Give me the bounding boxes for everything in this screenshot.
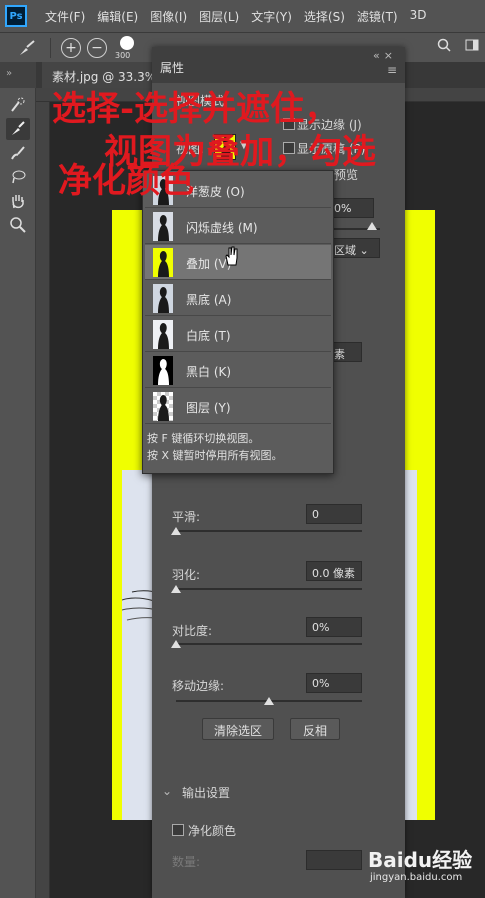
menu-items: 文件(F) 编辑(E) 图像(I) 图层(L) 文字(Y) 选择(S) 滤镜(T… <box>39 8 432 25</box>
amount-field[interactable] <box>306 850 362 870</box>
view-option-black-white[interactable]: 黑白 (K) <box>145 353 331 388</box>
watermark-logo: Baidu经验 <box>368 848 473 872</box>
tools-panel <box>0 88 36 898</box>
shift-edge-slider-thumb[interactable] <box>264 697 274 705</box>
brush-preview-dot <box>120 35 134 50</box>
subtract-from-selection-icon[interactable]: − <box>87 37 107 58</box>
menu-filter[interactable]: 滤镜(T) <box>351 8 404 25</box>
quick-selection-tool-icon[interactable] <box>6 94 30 116</box>
on-layers-thumbnail <box>153 392 173 421</box>
panel-header: «× 属性 ≡ <box>152 47 405 83</box>
toolbar-collapse-icon[interactable]: » <box>0 62 36 88</box>
options-divider <box>50 37 51 58</box>
invert-button[interactable]: 反相 <box>290 718 340 740</box>
search-icon[interactable] <box>437 38 451 52</box>
menu-file[interactable]: 文件(F) <box>39 8 91 25</box>
menu-layer[interactable]: 图层(L) <box>193 8 245 25</box>
marching-ants-thumbnail <box>153 212 173 241</box>
watermark-url: jingyan.baidu.com <box>370 872 463 883</box>
annotation-line-1: 选择-选择并遮住， <box>52 89 339 129</box>
brush-size-value: 300 <box>115 50 131 60</box>
view-option-marching-ants[interactable]: 闪烁虚线 (M) <box>145 209 331 244</box>
baidu-watermark: Baidu经验 jingyan.baidu.com <box>368 844 480 894</box>
brush-size-picker[interactable]: 300 <box>113 33 141 63</box>
menu-bar: Ps 文件(F) 编辑(E) 图像(I) 图层(L) 文字(Y) 选择(S) 滤… <box>0 0 485 32</box>
view-option-on-white[interactable]: 白底 (T) <box>145 317 331 352</box>
menu-3d[interactable]: 3D <box>404 8 433 25</box>
hand-cursor-icon <box>225 246 238 266</box>
decontaminate-checkbox[interactable] <box>172 824 184 836</box>
feather-label: 羽化: <box>172 568 201 582</box>
panel-title: 属性 <box>160 61 185 75</box>
region-select-value: 区域 <box>334 244 356 257</box>
contrast-slider-track <box>176 643 362 645</box>
smooth-field[interactable]: 0 <box>306 504 362 524</box>
annotation-line-3: 净化颜色 <box>58 161 194 201</box>
feather-slider-thumb[interactable] <box>171 585 181 593</box>
add-to-selection-icon[interactable]: + <box>61 37 81 58</box>
menu-image[interactable]: 图像(I) <box>144 8 193 25</box>
black-white-thumbnail <box>153 356 173 385</box>
overlay-thumbnail <box>153 248 173 277</box>
workspace-icon[interactable] <box>465 38 479 52</box>
on-white-thumbnail <box>153 320 173 349</box>
panel-collapse-icon[interactable]: «× <box>373 49 397 62</box>
contrast-slider-thumb[interactable] <box>171 640 181 648</box>
feather-field[interactable]: 0.0 像素 <box>306 561 362 581</box>
on-black-thumbnail <box>153 284 173 313</box>
document-tab[interactable]: 素材.jpg @ 33.3%(RGB <box>42 62 162 88</box>
contrast-label: 对比度: <box>172 624 213 638</box>
shift-edge-field[interactable]: 0% <box>306 673 362 693</box>
decontaminate-label: 净化颜色 <box>188 824 237 838</box>
view-option-label: 黑白 (K) <box>186 365 232 379</box>
menu-select[interactable]: 选择(S) <box>298 8 351 25</box>
photoshop-logo: Ps <box>5 5 27 27</box>
view-option-label: 白底 (T) <box>186 329 231 343</box>
smooth-label: 平滑: <box>172 510 201 524</box>
options-right <box>437 38 479 52</box>
view-option-label: 图层 (Y) <box>186 401 231 415</box>
menu-type[interactable]: 文字(Y) <box>245 8 298 25</box>
output-settings-title: 输出设置 <box>182 786 231 800</box>
dropdown-hint-disable: 按 X 键暂时停用所有视图。 <box>147 449 283 462</box>
view-option-on-black[interactable]: 黑底 (A) <box>145 281 331 316</box>
smooth-slider-track <box>176 530 362 532</box>
region-select[interactable]: 区域 ⌄ <box>328 238 380 258</box>
feather-slider-track <box>176 588 362 590</box>
amount-label: 数量: <box>172 855 201 869</box>
shift-edge-label: 移动边缘: <box>172 679 225 693</box>
output-collapse-icon[interactable]: ⌄ <box>162 784 172 798</box>
dropdown-hint-cycle: 按 F 键循环切换视图。 <box>147 432 260 445</box>
view-option-label: 黑底 (A) <box>186 293 232 307</box>
transparency-field[interactable]: 0% <box>328 198 374 218</box>
transparency-slider-thumb[interactable] <box>367 222 377 230</box>
view-option-on-layers[interactable]: 图层 (Y) <box>145 389 331 424</box>
view-option-label: 洋葱皮 (O) <box>186 185 245 199</box>
brush-tool-icon[interactable] <box>6 142 30 164</box>
zoom-tool-icon[interactable] <box>6 214 30 236</box>
view-mode-dropdown: 洋葱皮 (O) 闪烁虚线 (M) 叠加 (V) 黑底 (A) 白底 (T) 黑白… <box>142 170 334 474</box>
lasso-tool-icon[interactable] <box>6 166 30 188</box>
panel-menu-icon[interactable]: ≡ <box>387 63 397 77</box>
refine-brush-icon[interactable] <box>14 37 40 59</box>
view-option-label: 闪烁虚线 (M) <box>186 221 258 235</box>
smooth-slider-thumb[interactable] <box>171 527 181 535</box>
hand-tool-icon[interactable] <box>6 190 30 212</box>
contrast-field[interactable]: 0% <box>306 617 362 637</box>
menu-edit[interactable]: 编辑(E) <box>91 8 144 25</box>
refine-edge-brush-tool-icon[interactable] <box>6 118 30 140</box>
clear-selection-button[interactable]: 清除选区 <box>202 718 274 740</box>
vertical-ruler <box>36 102 50 898</box>
